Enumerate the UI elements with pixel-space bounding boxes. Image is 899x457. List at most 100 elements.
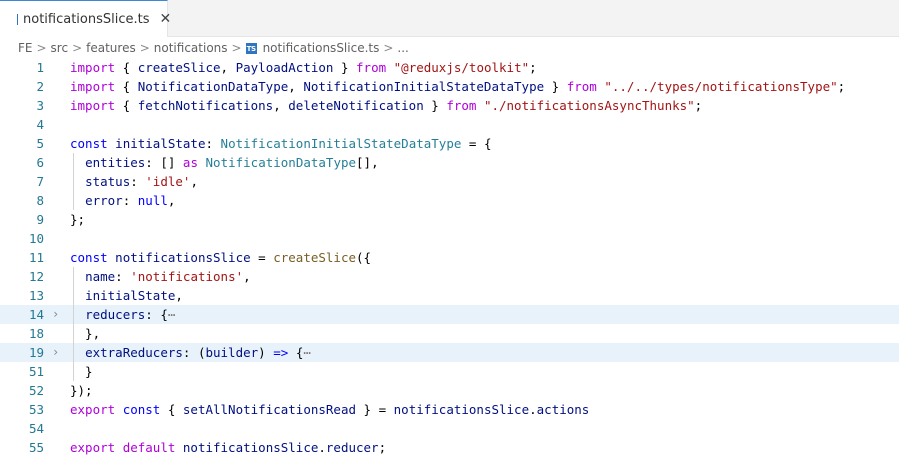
- tab-bar: TS notificationsSlice.ts ✕: [0, 0, 899, 37]
- code-token: setAllNotificationsRead: [182, 402, 356, 417]
- code-line[interactable]: 55 export default notificationsSlice.redu…: [0, 438, 899, 457]
- close-icon[interactable]: ✕: [160, 11, 172, 27]
- code-text: extraReducers: (builder) => {⋯: [70, 343, 311, 362]
- code-token: error: [85, 193, 123, 208]
- code-token: ({: [356, 250, 372, 265]
- code-line[interactable]: 51 }: [0, 362, 899, 381]
- code-line[interactable]: 4: [0, 115, 899, 134]
- tab-notifications-slice[interactable]: TS notificationsSlice.ts ✕: [0, 0, 171, 37]
- code-token: notificationsSlice: [115, 250, 251, 265]
- line-number: 14: [28, 307, 44, 322]
- code-token: =>: [273, 345, 289, 360]
- code-token: }: [544, 79, 567, 94]
- code-token: "@reduxjs/toolkit": [393, 60, 530, 75]
- code-token: ,: [190, 174, 198, 189]
- code-token: import: [70, 79, 116, 94]
- code-text: reducers: {⋯: [70, 305, 175, 324]
- code-line[interactable]: 52});: [0, 381, 899, 400]
- code-line[interactable]: 1 import { createSlice, PayloadAction } f…: [0, 58, 899, 77]
- code-token: =: [250, 250, 274, 265]
- code-token: const: [70, 250, 108, 265]
- code-token: {: [115, 98, 138, 113]
- line-number: 19: [28, 345, 44, 360]
- code-line[interactable]: 9};: [0, 210, 899, 229]
- code-text: error: null,: [70, 191, 175, 210]
- folded-ellipsis-icon[interactable]: ⋯: [168, 307, 176, 322]
- code-line[interactable]: 18 },: [0, 324, 899, 343]
- typescript-file-icon: TS: [17, 13, 18, 25]
- breadcrumb-separator-icon: >: [72, 41, 83, 55]
- code-text: },: [70, 324, 100, 343]
- code-token: name: [85, 269, 116, 284]
- code-line[interactable]: 14 › reducers: {⋯: [0, 305, 899, 324]
- code-text: const initialState: NotificationInitialS…: [70, 134, 491, 153]
- code-line[interactable]: 6 entities: [] as NotificationDataType[]…: [0, 153, 899, 172]
- code-line[interactable]: 11 const notificationsSlice = createSlice…: [0, 248, 899, 267]
- code-line[interactable]: 3 import { fetchNotifications, deleteNoti…: [0, 96, 899, 115]
- code-token: : {: [145, 307, 168, 322]
- code-token: {: [115, 79, 138, 94]
- breadcrumb-item[interactable]: features: [86, 41, 136, 55]
- code-token: PayloadAction: [235, 60, 334, 75]
- code-token: extraReducers: [85, 345, 183, 360]
- code-text: }: [70, 362, 93, 381]
- fold-chevron-icon[interactable]: ›: [52, 343, 64, 362]
- code-token: :: [205, 136, 221, 151]
- code-token: import: [70, 98, 116, 113]
- code-token: ,: [273, 98, 289, 113]
- code-token: ,: [288, 79, 304, 94]
- tab-label: notificationsSlice.ts: [23, 11, 150, 27]
- fold-chevron-icon[interactable]: ›: [52, 305, 64, 324]
- code-token: builder: [205, 345, 259, 360]
- code-text: export const { setAllNotificationsRead }…: [70, 400, 589, 419]
- code-token: });: [70, 383, 93, 398]
- code-token: initialState: [115, 136, 206, 151]
- code-token: reducer: [325, 440, 379, 455]
- code-token: 'notifications': [130, 269, 244, 284]
- code-token: :: [130, 174, 146, 189]
- code-line[interactable]: 5 const initialState: NotificationInitial…: [0, 134, 899, 153]
- code-line[interactable]: 8 error: null,: [0, 191, 899, 210]
- code-token: .: [318, 440, 326, 455]
- code-token: fetchNotifications: [137, 98, 274, 113]
- code-text: import { NotificationDataType, Notificat…: [70, 77, 845, 96]
- code-token: ): [258, 345, 274, 360]
- breadcrumb-item[interactable]: notifications: [154, 41, 228, 55]
- code-line[interactable]: 2 import { NotificationDataType, Notifica…: [0, 77, 899, 96]
- breadcrumb-item[interactable]: notificationsSlice.ts: [263, 41, 380, 55]
- line-number: 3: [36, 98, 44, 113]
- code-token: {: [160, 402, 183, 417]
- code-token: null: [137, 193, 168, 208]
- line-number: 1: [36, 60, 44, 75]
- code-line[interactable]: 13 initialState,: [0, 286, 899, 305]
- code-line[interactable]: 54: [0, 419, 899, 438]
- breadcrumb-item[interactable]: src: [51, 41, 69, 55]
- code-line[interactable]: 19 › extraReducers: (builder) => {⋯: [0, 343, 899, 362]
- code-token: from: [356, 60, 387, 75]
- code-token: from: [446, 98, 477, 113]
- code-line[interactable]: 53 export const { setAllNotificationsRead…: [0, 400, 899, 419]
- code-line[interactable]: 10: [0, 229, 899, 248]
- code-token: export: [70, 402, 116, 417]
- breadcrumb-item[interactable]: ...: [397, 41, 408, 55]
- code-token: "../../types/notificationsType": [604, 79, 838, 94]
- code-editor[interactable]: 1 import { createSlice, PayloadAction } f…: [0, 58, 899, 457]
- code-token: :: [115, 269, 131, 284]
- code-token: ,: [175, 288, 183, 303]
- line-number: 10: [28, 231, 44, 246]
- line-number: 18: [28, 326, 44, 341]
- code-token: actions: [536, 402, 590, 417]
- code-token: NotificationInitialStateDataType: [220, 136, 462, 151]
- code-token: ;: [694, 98, 703, 113]
- code-line[interactable]: 12 name: 'notifications',: [0, 267, 899, 286]
- code-text: });: [70, 381, 93, 400]
- folded-ellipsis-icon[interactable]: ⋯: [303, 345, 311, 360]
- breadcrumb-item[interactable]: FE: [18, 41, 32, 55]
- code-token: "./notificationsAsyncThunks": [483, 98, 695, 113]
- code-line[interactable]: 7 status: 'idle',: [0, 172, 899, 191]
- code-text: name: 'notifications',: [70, 267, 251, 286]
